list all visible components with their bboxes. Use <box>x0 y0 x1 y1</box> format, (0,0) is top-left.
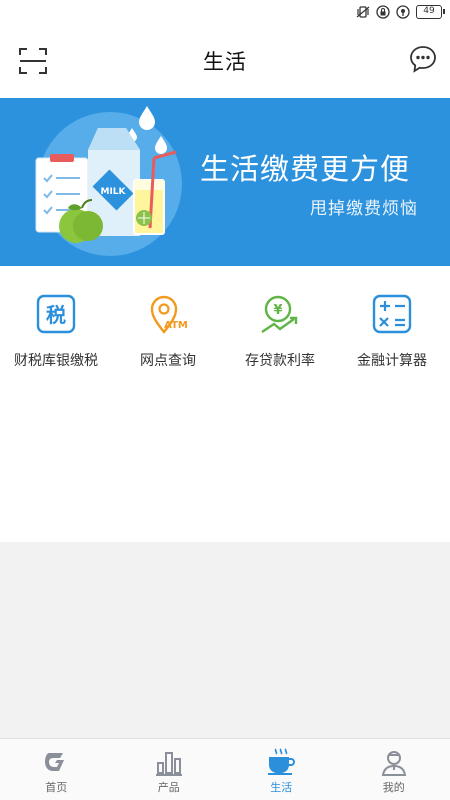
products-icon <box>155 752 182 776</box>
profile-icon <box>381 751 406 776</box>
calculator-icon <box>372 294 412 334</box>
banner-subtitle: 甩掉缴费烦恼 <box>310 199 418 219</box>
vibrate-icon <box>356 5 370 19</box>
nav-products[interactable]: 产品 <box>113 739 226 800</box>
svg-text:¥: ¥ <box>273 303 282 318</box>
promo-banner[interactable]: MILK 生活缴费更方便 甩掉缴费烦恼 <box>0 98 450 266</box>
service-interest-rate[interactable]: ¥ 存贷款利率 <box>224 288 336 378</box>
home-logo-icon <box>45 753 65 771</box>
location-icon <box>396 5 410 19</box>
service-calculator[interactable]: 金融计算器 <box>336 288 448 378</box>
nav-home[interactable]: 首页 <box>0 739 113 800</box>
svg-text:ATM: ATM <box>164 320 188 331</box>
nav-label: 产品 <box>157 781 180 794</box>
message-icon[interactable] <box>408 44 438 74</box>
service-label: 金融计算器 <box>357 353 427 369</box>
service-branch-lookup[interactable]: ATM 网点查询 <box>112 288 224 378</box>
service-label: 存贷款利率 <box>245 353 315 369</box>
battery-indicator: 49 <box>416 5 445 19</box>
bottom-nav: 首页 产品 生活 我的 <box>0 738 450 800</box>
nav-label: 我的 <box>382 781 405 794</box>
nav-life[interactable]: 生活 <box>225 739 338 800</box>
lock-icon <box>376 5 390 19</box>
banner-title: 生活缴费更方便 <box>200 152 411 186</box>
app-header: 生活 <box>0 24 450 98</box>
nav-label: 首页 <box>45 781 68 794</box>
service-label: 网点查询 <box>140 353 196 369</box>
service-tax-payment[interactable]: 税 财税库银缴税 <box>0 288 112 378</box>
service-grid: 税 财税库银缴税 ATM 网点查询 ¥ 存贷款利率 金融计算器 <box>0 266 450 542</box>
interest-rate-icon: ¥ <box>261 295 298 333</box>
page-title: 生活 <box>203 50 247 74</box>
service-label: 财税库银缴税 <box>14 353 98 369</box>
coffee-cup-icon <box>268 748 296 775</box>
milk-label: MILK <box>100 187 126 197</box>
status-bar: 49 <box>0 0 450 24</box>
milk-illustration: MILK <box>28 98 198 266</box>
svg-text:税: 税 <box>46 303 66 327</box>
scan-icon[interactable] <box>18 46 48 76</box>
empty-content-area <box>0 542 450 738</box>
atm-location-icon: ATM <box>150 295 188 334</box>
tax-icon: 税 <box>36 294 76 334</box>
nav-profile[interactable]: 我的 <box>338 739 450 800</box>
nav-label: 生活 <box>270 781 293 794</box>
